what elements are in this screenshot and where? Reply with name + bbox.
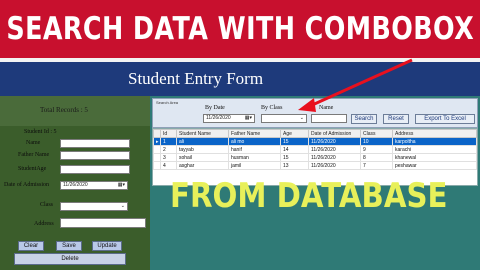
chevron-down-icon: ⌄	[120, 203, 125, 209]
search-name-field[interactable]	[311, 114, 347, 123]
table-cell: 8	[360, 153, 393, 162]
table-cell: 9	[360, 145, 393, 154]
by-date-value: 11/26/2020	[206, 115, 231, 121]
table-cell: karpoltha	[392, 137, 477, 146]
column-header[interactable]: Age	[280, 129, 309, 138]
father-name-label: Father Name	[18, 152, 50, 158]
table-row[interactable]: ▸ 1 ali ali mo 15 11/26/2020 10 karpolth…	[153, 137, 477, 146]
chevron-down-icon: ⌄	[299, 115, 304, 121]
form-title: Student Entry Form	[128, 69, 264, 88]
table-row[interactable]: 3 sohail husman 15 11/26/2020 8 khanewal	[153, 153, 477, 162]
search-area-title: Search Area	[156, 100, 179, 105]
table-cell: ▸	[153, 137, 161, 146]
table-row[interactable]: 2 tayyab hanif 14 11/26/2020 9 karachi	[153, 145, 477, 154]
calendar-icon[interactable]: ▦▾	[245, 115, 252, 122]
table-cell: khanewal	[392, 153, 477, 162]
class-label: Class	[40, 202, 54, 208]
table-cell: 4	[160, 161, 177, 170]
date-value: 11/26/2020	[63, 182, 88, 188]
name-field[interactable]	[60, 139, 130, 148]
overlay-caption: FROM DATABASE	[170, 176, 448, 216]
table-cell: peshawar	[392, 161, 477, 170]
student-age-label: StudentAge	[18, 166, 47, 172]
address-field[interactable]	[60, 218, 146, 228]
column-header[interactable]: Address	[392, 129, 477, 138]
title-banner: SEARCH DATA WITH COMBOBOX	[0, 0, 480, 58]
reset-button[interactable]: Reset	[383, 114, 409, 124]
column-header[interactable]: Class	[360, 129, 393, 138]
total-records-label: Total Records : 5	[40, 106, 88, 114]
table-cell: 7	[360, 161, 393, 170]
column-header[interactable]	[153, 129, 161, 138]
table-header-row: Id Student Name Father Name Age Date of …	[153, 129, 477, 138]
table-cell: 1	[160, 137, 177, 146]
table-cell: 14	[280, 145, 309, 154]
form-header: Student Entry Form	[0, 62, 480, 96]
column-header[interactable]: Date of Admission	[308, 129, 361, 138]
column-header[interactable]: Student Name	[176, 129, 229, 138]
table-cell: 11/26/2020	[308, 145, 361, 154]
save-button[interactable]: Save	[56, 241, 82, 251]
table-cell: 15	[280, 153, 309, 162]
table-cell: karachi	[392, 145, 477, 154]
search-area: Search Area By Date 11/26/2020 ▦▾ By Cla…	[152, 98, 478, 128]
table-cell: 11/26/2020	[308, 137, 361, 146]
student-age-field[interactable]	[60, 165, 130, 174]
table-cell	[153, 145, 161, 154]
table-cell: ali	[176, 137, 229, 146]
table-cell: 13	[280, 161, 309, 170]
table-cell: husman	[228, 153, 281, 162]
by-class-label: By Class	[261, 105, 283, 111]
search-name-label: Name	[319, 105, 334, 111]
column-header[interactable]: Id	[160, 129, 177, 138]
student-id-label: Student Id : 5	[24, 129, 57, 135]
table-cell: sohail	[176, 153, 229, 162]
search-button[interactable]: Search	[351, 114, 377, 124]
name-label: Name	[26, 140, 41, 146]
calendar-icon[interactable]: ▦▾	[118, 182, 125, 189]
by-class-combobox[interactable]: ⌄	[261, 114, 307, 123]
table-cell: 3	[160, 153, 177, 162]
table-cell	[153, 153, 161, 162]
table-cell: 15	[280, 137, 309, 146]
table-row[interactable]: 4 asghar jamil 13 11/26/2020 7 peshawar	[153, 161, 477, 170]
date-of-admission-picker[interactable]: 11/26/2020 ▦▾	[60, 181, 128, 190]
entry-form: Student Id : 5 Name Father Name StudentA…	[0, 126, 150, 270]
table-cell: hanif	[228, 145, 281, 154]
update-button[interactable]: Update	[92, 241, 122, 251]
date-of-admission-label: Date of Admission	[4, 182, 49, 188]
by-date-label: By Date	[205, 105, 225, 111]
table-cell: 2	[160, 145, 177, 154]
father-name-field[interactable]	[60, 151, 130, 160]
table-cell: jamil	[228, 161, 281, 170]
table-cell: 10	[360, 137, 393, 146]
clear-button[interactable]: Clear	[18, 241, 44, 251]
table-cell: 11/26/2020	[308, 161, 361, 170]
entry-panel: Total Records : 5 Student Id : 5 Name Fa…	[0, 96, 150, 270]
student-table: Id Student Name Father Name Age Date of …	[153, 129, 477, 170]
table-cell: tayyab	[176, 145, 229, 154]
by-date-picker[interactable]: 11/26/2020 ▦▾	[203, 114, 255, 123]
table-cell	[153, 161, 161, 170]
banner-title: SEARCH DATA WITH COMBOBOX	[6, 11, 474, 47]
delete-button[interactable]: Delete	[14, 253, 126, 265]
export-button[interactable]: Export To Excel	[415, 114, 475, 124]
table-cell: 11/26/2020	[308, 153, 361, 162]
address-label: Address	[34, 221, 54, 227]
class-combobox[interactable]: ⌄	[60, 202, 128, 211]
table-cell: asghar	[176, 161, 229, 170]
column-header[interactable]: Father Name	[228, 129, 281, 138]
table-cell: ali mo	[228, 137, 281, 146]
